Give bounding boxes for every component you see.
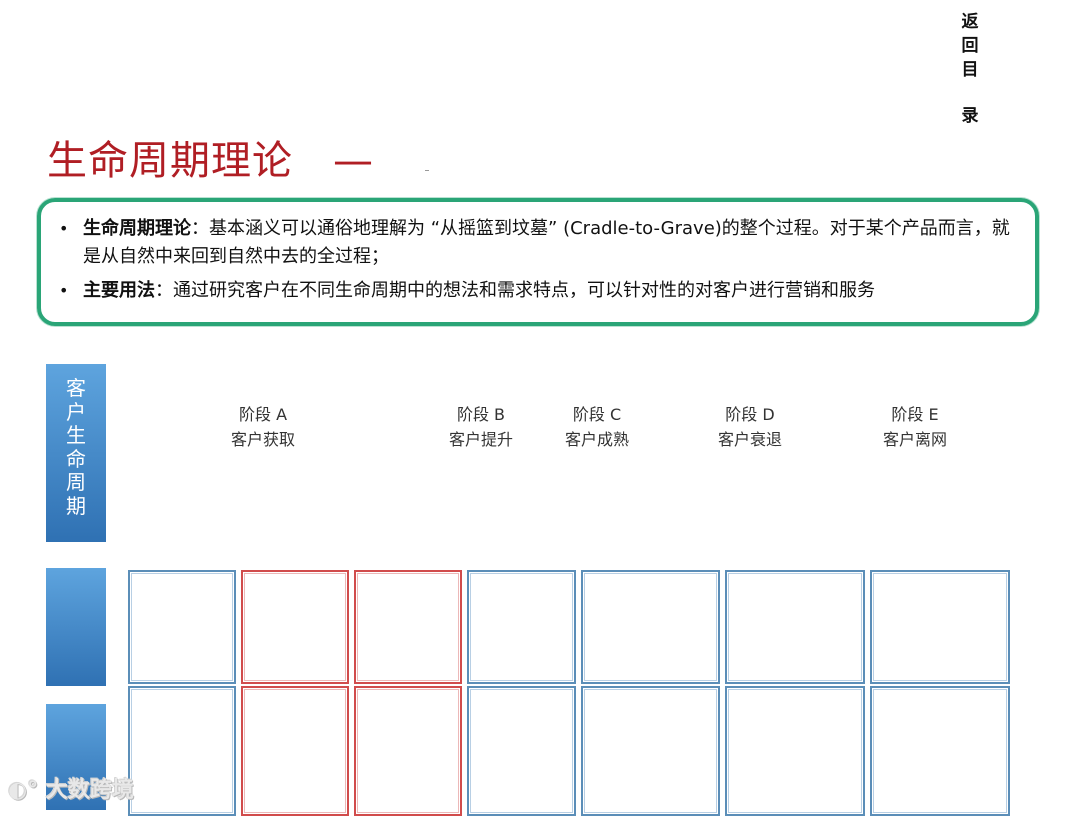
summary-term: 生命周期理论	[83, 218, 191, 239]
stage-desc: 客户成熟	[564, 430, 630, 449]
bullet-icon: •	[59, 281, 69, 300]
page-title-text: 生命周期理论	[47, 138, 293, 184]
stage-b-label: 阶段 B 客户提升	[449, 402, 513, 452]
summary-text: ：通过研究客户在不同生命周期中的想法和需求特点，可以针对性的对客户进行营销和服务	[155, 280, 875, 301]
side-label-char: 客	[66, 376, 86, 400]
summary-item: • 主要用法：通过研究客户在不同生命周期中的想法和需求特点，可以针对性的对客户进…	[41, 277, 1035, 305]
grid-cell	[581, 686, 720, 816]
stage-desc: 客户提升	[448, 430, 514, 449]
back-link-char: 目	[961, 60, 979, 80]
grid-cell	[725, 570, 865, 684]
stage-name: 阶段 B	[456, 405, 506, 424]
bullet-icon: •	[59, 219, 69, 238]
stage-name: 阶段 D	[725, 405, 775, 424]
grid-cell-highlight	[354, 686, 462, 816]
watermark-logo-icon: ◐°	[8, 778, 39, 803]
grid-cell	[128, 570, 236, 684]
grid-cell-highlight	[354, 570, 462, 684]
back-link-char: 返	[961, 12, 979, 32]
grid-cell	[467, 686, 576, 816]
back-link-char: 回	[961, 36, 979, 56]
back-link-char: 录	[961, 106, 979, 126]
stage-e-label: 阶段 E 客户离网	[883, 402, 947, 452]
stage-a-label: 阶段 A 客户获取	[231, 402, 295, 452]
side-label-char: 期	[66, 493, 86, 518]
grid-cell-highlight	[241, 570, 349, 684]
side-label-char: 命	[66, 446, 86, 471]
stage-desc: 客户衰退	[717, 430, 783, 449]
grid-cell	[128, 686, 236, 816]
grid-cell	[581, 570, 720, 684]
stage-d-label: 阶段 D 客户衰退	[718, 402, 782, 452]
row-label-block	[46, 568, 106, 686]
decorative-dot	[425, 170, 429, 171]
stage-name: 阶段 E	[891, 405, 939, 424]
side-label-char: 生	[66, 423, 86, 447]
summary-term: 主要用法	[83, 280, 155, 301]
title-dash: —	[333, 138, 374, 184]
grid-cell	[870, 570, 1010, 684]
watermark: ◐° 大数跨境	[8, 772, 134, 804]
stage-c-label: 阶段 C 客户成熟	[565, 402, 629, 452]
grid-cell	[467, 570, 576, 684]
grid-cell-highlight	[241, 686, 349, 816]
summary-box: • 生命周期理论：基本涵义可以通俗地理解为 “从摇篮到坟墓” (Cradle-t…	[37, 198, 1039, 326]
grid-cell	[725, 686, 865, 816]
side-label-char: 周	[66, 470, 86, 494]
page-title: 生命周期理论 —	[47, 128, 374, 186]
side-label-char: 户	[66, 399, 86, 424]
back-to-contents-link[interactable]: 返 回 目 录	[958, 10, 982, 128]
customer-lifecycle-label: 客 户 生 命 周 期	[46, 364, 106, 542]
stage-name: 阶段 C	[572, 405, 622, 424]
watermark-text: 大数跨境	[45, 778, 134, 803]
stage-desc: 客户离网	[882, 430, 948, 449]
summary-item: • 生命周期理论：基本涵义可以通俗地理解为 “从摇篮到坟墓” (Cradle-t…	[41, 215, 1035, 271]
stage-desc: 客户获取	[230, 430, 296, 449]
summary-text: ：基本涵义可以通俗地理解为 “从摇篮到坟墓” (Cradle-to-Grave)…	[83, 218, 1010, 267]
grid-cell	[870, 686, 1010, 816]
stage-name: 阶段 A	[238, 405, 288, 424]
